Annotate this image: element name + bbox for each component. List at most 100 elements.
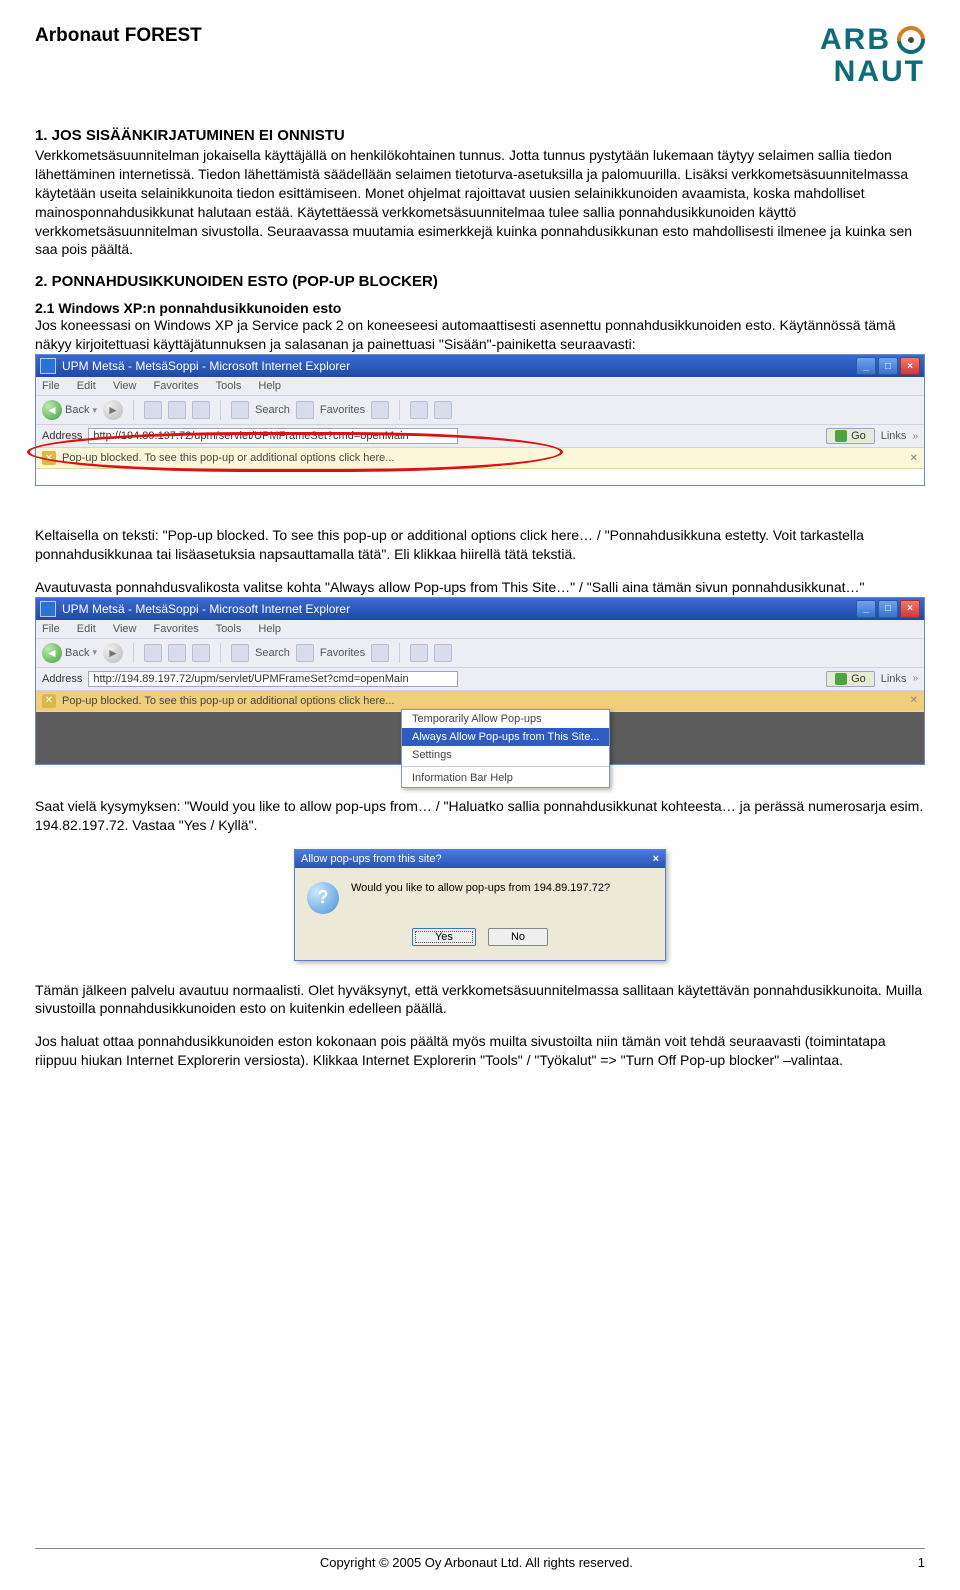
menu-view[interactable]: View <box>113 380 137 392</box>
question-icon: ? <box>307 882 339 914</box>
minimize-button[interactable]: _ <box>856 600 876 618</box>
maximize-button[interactable]: □ <box>878 357 898 375</box>
go-arrow-icon <box>835 430 847 442</box>
menu-edit[interactable]: Edit <box>77 623 96 635</box>
menu-item-settings[interactable]: Settings <box>402 746 609 764</box>
history-icon[interactable] <box>371 401 389 419</box>
address-bar: Address http://194.89.197.72/upm/servlet… <box>36 425 924 448</box>
menu-edit[interactable]: Edit <box>77 380 96 392</box>
maximize-button[interactable]: □ <box>878 600 898 618</box>
para-after-shot2: Saat vielä kysymyksen: "Would you like t… <box>35 797 925 835</box>
menu-tools[interactable]: Tools <box>216 623 242 635</box>
links-label[interactable]: Links <box>881 673 907 685</box>
links-label[interactable]: Links <box>881 430 907 442</box>
mail-icon[interactable] <box>410 644 428 662</box>
menu-help[interactable]: Help <box>258 623 281 635</box>
home-icon[interactable] <box>192 644 210 662</box>
print-icon[interactable] <box>434 644 452 662</box>
doc-title: Arbonaut FOREST <box>35 25 202 47</box>
para-after-dialog: Tämän jälkeen palvelu avautuu normaalist… <box>35 981 925 1019</box>
logo-text-naut: NAUT <box>834 57 925 87</box>
back-button[interactable]: ◄ <box>42 400 62 420</box>
brand-logo: ARB NAUT <box>820 25 925 87</box>
dialog-close-icon[interactable]: × <box>653 853 659 865</box>
popup-bar-close-icon[interactable]: ✕ <box>910 695 918 706</box>
favorites-label: Favorites <box>320 647 365 659</box>
back-label: Back <box>65 647 89 659</box>
dialog-title: Allow pop-ups from this site? <box>301 853 442 865</box>
popup-blocked-icon: ✕ <box>42 451 56 465</box>
menu-favorites[interactable]: Favorites <box>154 380 199 392</box>
close-button[interactable]: × <box>900 600 920 618</box>
screenshot-1: UPM Metsä - MetsäSoppi - Microsoft Inter… <box>35 354 925 486</box>
popup-blocked-icon: ✕ <box>42 694 56 708</box>
menu-item-temp-allow[interactable]: Temporarily Allow Pop-ups <box>402 710 609 728</box>
address-input[interactable]: http://194.89.197.72/upm/servlet/UPMFram… <box>88 428 458 444</box>
page-number: 1 <box>918 1555 925 1570</box>
toolbar: ◄ Back ▾ ► Search Favorites <box>36 396 924 425</box>
mail-icon[interactable] <box>410 401 428 419</box>
search-icon[interactable] <box>231 401 249 419</box>
menu-bar[interactable]: File Edit View Favorites Tools Help <box>36 620 924 639</box>
section2-body: Jos koneessasi on Windows XP ja Service … <box>35 316 925 354</box>
address-label: Address <box>42 430 82 442</box>
para-final: Jos haluat ottaa ponnahdusikkunoiden est… <box>35 1032 925 1070</box>
section1-title: 1. JOS SISÄÄNKIRJATUMINEN EI ONNISTU <box>35 127 925 144</box>
go-button[interactable]: Go <box>826 428 875 444</box>
favorites-icon[interactable] <box>296 644 314 662</box>
history-icon[interactable] <box>371 644 389 662</box>
print-icon[interactable] <box>434 401 452 419</box>
popup-bar-text: Pop-up blocked. To see this pop-up or ad… <box>62 695 904 707</box>
window-title: UPM Metsä - MetsäSoppi - Microsoft Inter… <box>62 359 350 373</box>
home-icon[interactable] <box>192 401 210 419</box>
menu-file[interactable]: File <box>42 623 60 635</box>
confirm-dialog-wrap: Allow pop-ups from this site? × ? Would … <box>35 849 925 961</box>
menu-help[interactable]: Help <box>258 380 281 392</box>
favorites-label: Favorites <box>320 404 365 416</box>
favorites-icon[interactable] <box>296 401 314 419</box>
refresh-icon[interactable] <box>168 644 186 662</box>
logo-text-arb: ARB <box>820 25 891 55</box>
no-button[interactable]: No <box>488 928 548 946</box>
ie-app-icon <box>40 358 56 374</box>
more-chevron-icon[interactable]: » <box>912 673 918 684</box>
para-after-shot1: Keltaisella on teksti: "Pop-up blocked. … <box>35 526 925 564</box>
menu-item-always-allow[interactable]: Always Allow Pop-ups from This Site... <box>402 728 609 746</box>
search-label: Search <box>255 647 290 659</box>
go-button[interactable]: Go <box>826 671 875 687</box>
close-button[interactable]: × <box>900 357 920 375</box>
yes-button[interactable]: Yes <box>412 928 476 946</box>
section1-body: Verkkometsäsuunnitelman jokaisella käytt… <box>35 146 925 259</box>
section2-sub-title: 2.1 Windows XP:n ponnahdusikkunoiden est… <box>35 300 925 316</box>
popup-bar-close-icon[interactable]: ✕ <box>910 453 918 464</box>
address-label: Address <box>42 673 82 685</box>
forward-button[interactable]: ► <box>103 643 123 663</box>
popup-context-menu: Temporarily Allow Pop-ups Always Allow P… <box>401 709 610 788</box>
page-footer: Copyright © 2005 Oy Arbonaut Ltd. All ri… <box>35 1548 925 1570</box>
back-button[interactable]: ◄ <box>42 643 62 663</box>
menu-view[interactable]: View <box>113 623 137 635</box>
menu-tools[interactable]: Tools <box>216 380 242 392</box>
section2-title: 2. PONNAHDUSIKKUNOIDEN ESTO (POP-UP BLOC… <box>35 273 925 290</box>
logo-swirl-icon <box>891 20 930 59</box>
menu-bar[interactable]: File Edit View Favorites Tools Help <box>36 377 924 396</box>
more-chevron-icon[interactable]: » <box>912 431 918 442</box>
menu-favorites[interactable]: Favorites <box>154 623 199 635</box>
search-icon[interactable] <box>231 644 249 662</box>
popup-bar-text: Pop-up blocked. To see this pop-up or ad… <box>62 452 904 464</box>
address-bar: Address http://194.89.197.72/upm/servlet… <box>36 668 924 691</box>
address-input[interactable]: http://194.89.197.72/upm/servlet/UPMFram… <box>88 671 458 687</box>
refresh-icon[interactable] <box>168 401 186 419</box>
stop-icon[interactable] <box>144 401 162 419</box>
menu-file[interactable]: File <box>42 380 60 392</box>
popup-info-bar[interactable]: ✕ Pop-up blocked. To see this pop-up or … <box>36 448 924 469</box>
stop-icon[interactable] <box>144 644 162 662</box>
minimize-button[interactable]: _ <box>856 357 876 375</box>
popup-info-bar[interactable]: ✕ Pop-up blocked. To see this pop-up or … <box>36 691 924 712</box>
window-title: UPM Metsä - MetsäSoppi - Microsoft Inter… <box>62 602 350 616</box>
screenshot-2: UPM Metsä - MetsäSoppi - Microsoft Inter… <box>35 597 925 765</box>
go-arrow-icon <box>835 673 847 685</box>
forward-button[interactable]: ► <box>103 400 123 420</box>
confirm-dialog: Allow pop-ups from this site? × ? Would … <box>294 849 666 961</box>
menu-item-info-bar-help[interactable]: Information Bar Help <box>402 769 609 787</box>
